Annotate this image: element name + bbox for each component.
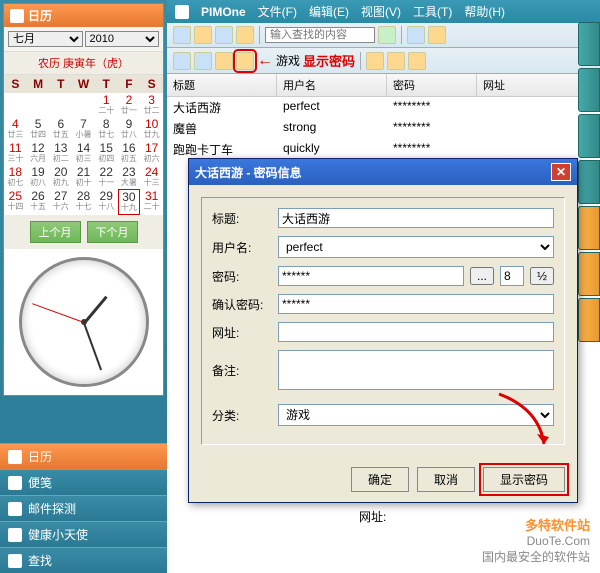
refresh-icon[interactable] xyxy=(194,52,212,70)
url-label: 网址: xyxy=(212,324,272,341)
nav-search[interactable]: 查找 xyxy=(0,547,167,573)
table-body: 大话西游perfect******** 魔兽strong******** 跑跑卡… xyxy=(167,97,600,160)
folder2-icon[interactable] xyxy=(366,52,384,70)
folder4-icon[interactable] xyxy=(408,52,426,70)
ok-button[interactable]: 确定 xyxy=(351,467,409,492)
show-password-icon[interactable] xyxy=(236,52,254,70)
month-nav: 上个月 下个月 xyxy=(4,215,163,249)
note-input[interactable] xyxy=(278,350,554,390)
annotation-arrow-icon: ← xyxy=(257,52,273,70)
menu-help[interactable]: 帮助(H) xyxy=(464,3,505,20)
right-tab-2[interactable] xyxy=(578,68,600,112)
folder-icon[interactable] xyxy=(215,52,233,70)
menu-edit[interactable]: 编辑(E) xyxy=(309,3,349,20)
save-icon[interactable] xyxy=(215,26,233,44)
cat-select[interactable]: 游戏 xyxy=(278,404,554,426)
toolbar-2: ← 游戏 显示密码 xyxy=(167,48,600,74)
globe-icon[interactable] xyxy=(173,52,191,70)
calendar-icon xyxy=(10,9,24,23)
url-input[interactable] xyxy=(278,322,554,342)
pwd-input[interactable] xyxy=(278,266,464,286)
dialog-title: 大话西游 - 密码信息 xyxy=(195,164,302,181)
title-label: 标题: xyxy=(212,210,272,227)
analog-clock xyxy=(19,257,149,387)
delete-icon[interactable] xyxy=(236,26,254,44)
calendar-panel: 日历 七月 2010 农历 庚寅年（虎） SMTWTFS 1二十2廿一3廿二 4… xyxy=(3,3,164,396)
folder3-icon[interactable] xyxy=(387,52,405,70)
app-name: PIMOne xyxy=(201,5,246,19)
toolbar-1 xyxy=(167,23,600,48)
nav-notes[interactable]: 便笺 xyxy=(0,469,167,495)
health-icon xyxy=(8,528,22,542)
table-row[interactable]: 魔兽strong******** xyxy=(167,118,600,139)
search-input[interactable] xyxy=(265,27,375,43)
prev-month-button[interactable]: 上个月 xyxy=(30,221,81,243)
dialog-buttons: 确定 取消 显示密码 xyxy=(189,457,577,502)
month-selector: 七月 2010 xyxy=(4,27,163,51)
user-label: 用户名: xyxy=(212,239,272,256)
show-password-button[interactable]: 显示密码 xyxy=(483,467,565,492)
note-icon xyxy=(8,476,22,490)
confirm-label: 确认密码: xyxy=(212,296,272,313)
category-label: 游戏 xyxy=(276,52,300,69)
calendar-header: 日历 xyxy=(4,4,163,27)
calendar-icon xyxy=(8,450,22,464)
month-select[interactable]: 七月 xyxy=(8,31,83,47)
open-icon[interactable] xyxy=(194,26,212,44)
cat-label: 分类: xyxy=(212,407,272,424)
year-select[interactable]: 2010 xyxy=(85,31,160,47)
menu-file[interactable]: 文件(F) xyxy=(258,3,297,20)
table-row[interactable]: 跑跑卡丁车quickly******** xyxy=(167,139,600,160)
lunar-header: 农历 庚寅年（虎） xyxy=(4,51,163,75)
dialog-titlebar[interactable]: 大话西游 - 密码信息 ✕ xyxy=(189,159,577,185)
side-nav: 日历 便笺 邮件探测 健康小天使 查找 xyxy=(0,443,167,573)
clock-panel xyxy=(4,249,163,395)
menubar: PIMOne 文件(F) 编辑(E) 视图(V) 工具(T) 帮助(H) xyxy=(167,0,600,23)
pwd-more-button[interactable]: ... xyxy=(470,267,494,285)
print-icon[interactable] xyxy=(407,26,425,44)
nav-mail[interactable]: 邮件探测 xyxy=(0,495,167,521)
help-icon[interactable] xyxy=(428,26,446,44)
nav-calendar[interactable]: 日历 xyxy=(0,443,167,469)
calendar-grid[interactable]: SMTWTFS 1二十2廿一3廿二 4廿三5廿四6廿五7小暑8廿七9廿八10廿九… xyxy=(4,75,163,215)
pwd-len-input[interactable] xyxy=(500,266,524,286)
menu-tools[interactable]: 工具(T) xyxy=(413,3,452,20)
close-button[interactable]: ✕ xyxy=(551,163,571,181)
next-month-button[interactable]: 下个月 xyxy=(87,221,138,243)
pwd-label: 密码: xyxy=(212,268,272,285)
pwd-gen-button[interactable]: ½ xyxy=(530,267,554,285)
note-label: 备注: xyxy=(212,362,272,379)
calendar-title: 日历 xyxy=(28,7,52,24)
password-dialog: 大话西游 - 密码信息 ✕ 标题: 用户名: perfect 密码:... ½ 确认… xyxy=(188,158,578,503)
mail-icon xyxy=(8,502,22,516)
title-input[interactable] xyxy=(278,208,554,228)
right-tab-pwd[interactable] xyxy=(578,252,600,296)
watermark: 多特软件站 DuoTe.Com 国内最安全的软件站 xyxy=(482,515,590,565)
right-tab-1[interactable] xyxy=(578,22,600,66)
right-tab-3[interactable] xyxy=(578,114,600,158)
go-icon[interactable] xyxy=(378,26,396,44)
search-icon xyxy=(8,554,22,568)
user-select[interactable]: perfect xyxy=(278,236,554,258)
right-tabs xyxy=(578,22,600,344)
right-tab-star[interactable] xyxy=(578,298,600,342)
new-icon[interactable] xyxy=(173,26,191,44)
dialog-body: 标题: 用户名: perfect 密码:... ½ 确认密码: 网址: 备注: 分类… xyxy=(189,185,577,457)
sidebar: 日历 七月 2010 农历 庚寅年（虎） SMTWTFS 1二十2廿一3廿二 4… xyxy=(0,0,167,573)
annotation-text: 显示密码 xyxy=(303,51,355,70)
menu-view[interactable]: 视图(V) xyxy=(361,3,401,20)
app-logo-icon xyxy=(175,5,189,19)
table-header: 标题 用户名 密码 网址 xyxy=(167,74,600,97)
right-tab-4[interactable] xyxy=(578,160,600,204)
nav-health[interactable]: 健康小天使 xyxy=(0,521,167,547)
cancel-button[interactable]: 取消 xyxy=(417,467,475,492)
right-tab-lock[interactable] xyxy=(578,206,600,250)
table-row[interactable]: 大话西游perfect******** xyxy=(167,97,600,118)
confirm-input[interactable] xyxy=(278,294,554,314)
